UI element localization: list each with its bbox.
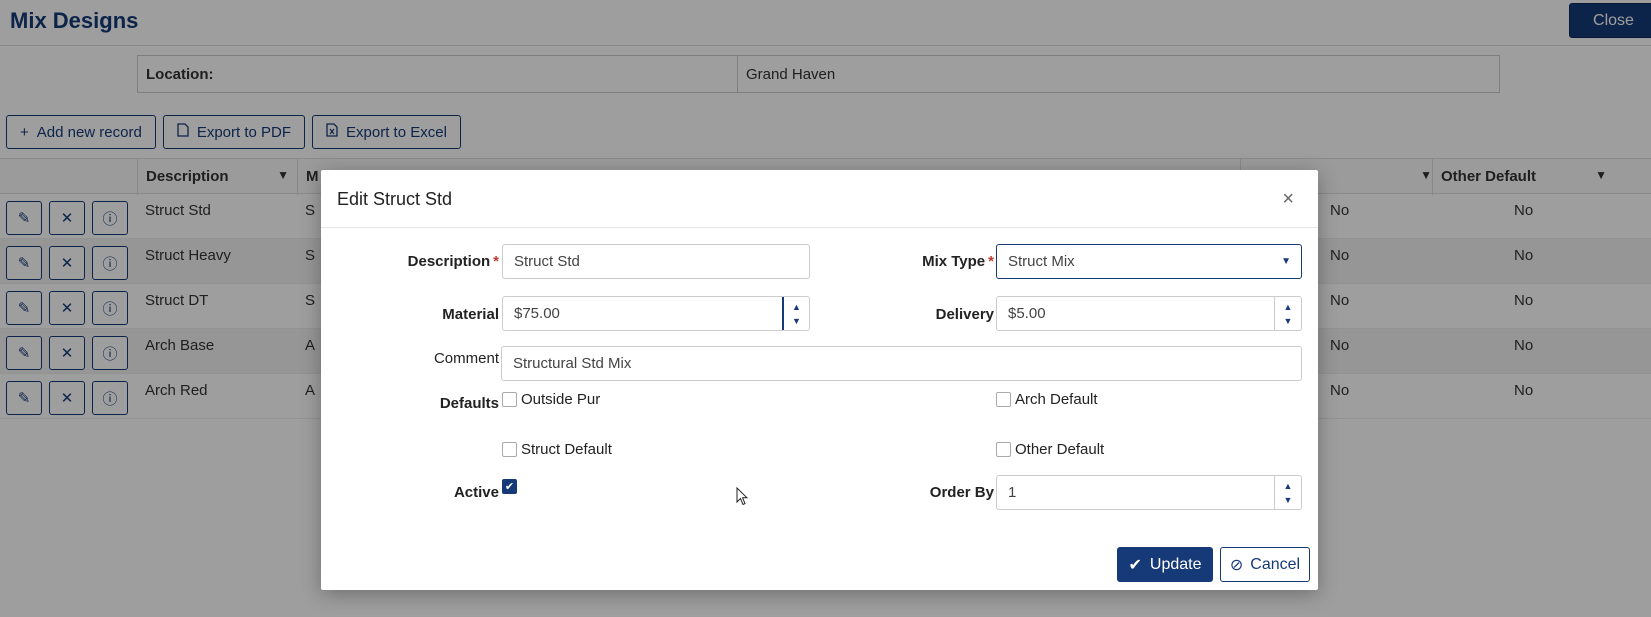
mix-type-label-text: Mix Type xyxy=(922,253,986,270)
arrow-up-icon[interactable]: ▲ xyxy=(1284,300,1293,314)
delivery-field[interactable]: $5.00 ▲ ▼ xyxy=(996,296,1302,331)
check-icon: ✔ xyxy=(1128,556,1142,574)
mouse-cursor-icon xyxy=(736,486,749,511)
chevron-down-icon: ▼ xyxy=(1281,256,1291,267)
outside-pur-checkbox[interactable]: Outside Pur xyxy=(502,391,600,408)
order-by-field[interactable]: 1 ▲ ▼ xyxy=(996,475,1302,510)
arch-default-checkbox[interactable]: Arch Default xyxy=(996,391,1098,408)
order-by-label: Order By xyxy=(929,484,994,501)
arrow-up-icon[interactable]: ▲ xyxy=(1284,479,1293,493)
order-by-value: 1 xyxy=(1008,484,1017,501)
required-marker: * xyxy=(988,253,994,270)
dialog-header: Edit Struct Std × xyxy=(321,170,1318,228)
description-label-text: Description xyxy=(407,253,491,270)
material-label: Material xyxy=(442,306,499,323)
checkbox-box[interactable] xyxy=(996,392,1011,407)
edit-dialog: Edit Struct Std × Description * Struct St… xyxy=(321,170,1318,590)
arrow-down-icon[interactable]: ▼ xyxy=(1284,493,1293,507)
active-checkbox[interactable]: ✔ xyxy=(502,479,517,494)
checkbox-box[interactable] xyxy=(502,442,517,457)
delivery-value: $5.00 xyxy=(1008,305,1046,322)
update-label: Update xyxy=(1149,555,1202,573)
other-default-checkbox[interactable]: Other Default xyxy=(996,441,1104,458)
arrow-down-icon[interactable]: ▼ xyxy=(792,314,801,328)
defaults-label: Defaults xyxy=(439,395,499,412)
arch-default-label: Arch Default xyxy=(1015,391,1098,408)
other-default-label: Other Default xyxy=(1015,441,1105,458)
comment-label: Comment xyxy=(433,350,499,367)
mix-type-value: Struct Mix xyxy=(1008,253,1075,270)
comment-field[interactable]: Structural Std Mix xyxy=(501,346,1302,381)
delivery-label: Delivery xyxy=(935,306,994,323)
update-button[interactable]: ✔ Update xyxy=(1117,547,1213,582)
checkbox-box[interactable] xyxy=(996,442,1011,457)
description-label: Description * xyxy=(341,253,499,270)
material-field[interactable]: $75.00 ▲ ▼ xyxy=(502,296,810,331)
cancel-button[interactable]: ⊘ Cancel xyxy=(1220,547,1310,582)
mix-type-select[interactable]: Struct Mix ▼ xyxy=(996,244,1302,279)
mix-type-label: Mix Type * xyxy=(821,253,994,270)
active-label: Active xyxy=(453,484,499,501)
struct-default-label: Struct Default xyxy=(521,441,612,458)
checkbox-box[interactable] xyxy=(502,392,517,407)
delivery-stepper[interactable]: ▲ ▼ xyxy=(1274,297,1301,330)
check-icon[interactable]: ✔ xyxy=(502,479,517,494)
outside-pur-label: Outside Pur xyxy=(521,391,601,408)
order-by-stepper[interactable]: ▲ ▼ xyxy=(1274,476,1301,509)
material-value: $75.00 xyxy=(514,305,560,322)
material-stepper[interactable]: ▲ ▼ xyxy=(782,297,809,330)
description-field[interactable]: Struct Std xyxy=(502,244,810,279)
cancel-icon: ⊘ xyxy=(1229,556,1244,574)
dialog-title: Edit Struct Std xyxy=(337,189,453,209)
arrow-down-icon[interactable]: ▼ xyxy=(1284,314,1293,328)
close-icon[interactable]: × xyxy=(1282,188,1294,211)
arrow-up-icon[interactable]: ▲ xyxy=(792,300,801,314)
required-marker: * xyxy=(493,253,499,270)
cancel-label: Cancel xyxy=(1250,555,1301,573)
struct-default-checkbox[interactable]: Struct Default xyxy=(502,441,612,458)
